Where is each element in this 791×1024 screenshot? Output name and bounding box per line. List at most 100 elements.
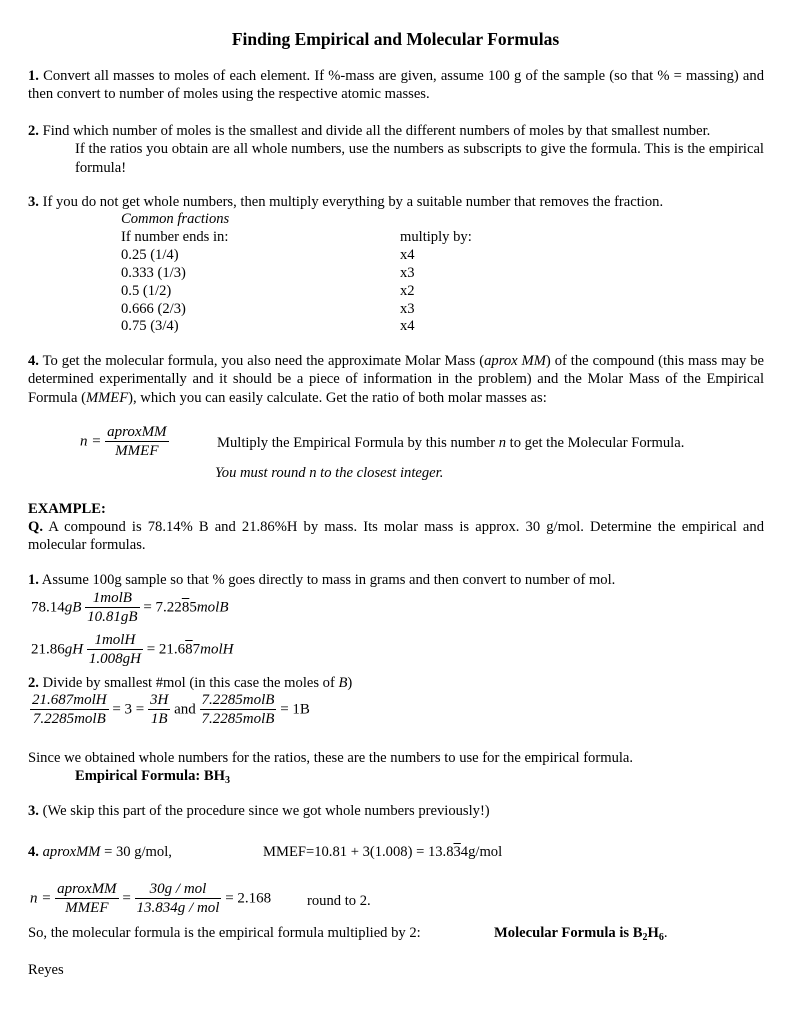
mass-unit: gB: [64, 599, 82, 616]
molecular-formula-result: Molecular Formula is B2H6.: [494, 924, 668, 943]
fraction-row-ends: 0.25 (1/4): [121, 247, 179, 263]
ratio-equals: = 3 =: [112, 701, 145, 718]
note-text: to get the Molecular Formula.: [506, 435, 685, 451]
example-step-1-text: Assume 100g sample so that % goes direct…: [41, 572, 616, 588]
empirical-formula-result: Empirical Formula: BH3: [75, 767, 230, 786]
step-4-text: To get the molecular formula, you also n…: [42, 353, 485, 369]
step-2-line1: Find which number of moles is the smalle…: [42, 123, 711, 139]
mmef-calc: MMEF=10.81 + 3(1.008) = 13.834g/mol: [263, 843, 502, 861]
step-1: 1. Convert all masses to moles of each e…: [28, 67, 764, 104]
step-text: Divide by smallest #mol (in this case th…: [42, 675, 339, 691]
example-step-4: 4. aproxMM = 30 g/mol,: [28, 843, 172, 861]
molecular-label: H: [647, 925, 659, 941]
n-formula-numerator: aproxMM: [105, 424, 169, 442]
step-3-number: 3.: [28, 194, 39, 210]
step-1-number: 1.: [28, 68, 39, 84]
example-step-3-number: 3.: [28, 803, 39, 819]
frac-numerator: aproxMM: [55, 881, 119, 899]
step-2: 2. Find which number of moles is the sma…: [28, 122, 764, 177]
step-2-line2: If the ratios you obtain are all whole n…: [75, 141, 764, 176]
frac-denominator: 1B: [150, 711, 168, 727]
fraction-row-mult: x3: [400, 301, 415, 317]
step-4-number: 4.: [28, 353, 39, 369]
fraction-row-mult: x2: [400, 283, 415, 299]
n-formula: n = aproxMM MMEF: [80, 424, 169, 460]
example-step-3: 3. (We skip this part of the procedure s…: [28, 802, 490, 820]
frac-denominator: 7.2285molB: [201, 711, 275, 727]
period: .: [663, 925, 668, 941]
author: Reyes: [28, 962, 64, 978]
frac-numerator: 3H: [148, 692, 171, 710]
mmef-value: 4g/mol: [460, 844, 503, 860]
fraction-row-ends: 0.75 (3/4): [121, 318, 179, 334]
equals: =: [122, 890, 131, 907]
round-to-text: round to 2.: [307, 893, 371, 909]
frac-denominator: MMEF: [65, 900, 109, 916]
step-4-text: ), which you can easily calculate. Get t…: [128, 389, 547, 406]
fraction-row-ends: 0.666 (2/3): [121, 301, 186, 317]
result-unit: molB: [196, 599, 229, 616]
calc-boron: 78.14gB 1molB 10.81gB = 7.2285molB: [31, 590, 228, 626]
molecular-label: Molecular Formula is B: [494, 925, 643, 941]
fraction-row-mult: x3: [400, 265, 415, 281]
question-text: A compound is 78.14% B and 21.86%H by ma…: [28, 519, 764, 554]
step-2-number: 2.: [28, 123, 39, 139]
example-step-3-text: (We skip this part of the procedure sinc…: [42, 803, 490, 819]
frac-numerator: 1molB: [85, 590, 140, 608]
mass-value: 78.14: [31, 599, 65, 616]
step-text: ): [347, 675, 353, 691]
example-step-1: 1. Assume 100g sample so that % goes dir…: [28, 571, 615, 589]
mass-value: 21.86: [31, 641, 65, 658]
aprox-mm-value: = 30 g/mol,: [100, 844, 172, 860]
fractions-caption: Common fractions: [121, 211, 230, 227]
frac-numerator: 1molH: [86, 632, 143, 650]
step-4: 4. To get the molecular formula, you als…: [28, 352, 764, 407]
frac-denominator: 13.834g / mol: [136, 900, 220, 916]
n-lhs: n =: [30, 890, 52, 907]
note-text: Multiply the Empirical Formula by this n…: [217, 435, 499, 451]
frac-numerator: 21.687molH: [30, 692, 109, 710]
fraction-row-ends: 0.333 (1/3): [121, 265, 186, 281]
result-value: 5: [189, 599, 197, 616]
calc-hydrogen: 21.86gH 1molH 1.008gH = 21.687molH: [31, 632, 234, 668]
fractions-col1-header: If number ends in:: [121, 229, 229, 245]
ratio-calc: 21.687molH 7.2285molB = 3 = 3H 1B and 7.…: [30, 692, 310, 728]
fraction-row-mult: x4: [400, 318, 415, 334]
n-formula-note: Multiply the Empirical Formula by this n…: [217, 434, 684, 452]
example-step-1-number: 1.: [28, 572, 39, 588]
n-result: = 2.168: [225, 890, 272, 907]
round-note: You must round n to the closest integer.: [215, 465, 444, 481]
repeating-digit: 3: [453, 844, 461, 860]
note-n: n: [498, 435, 507, 451]
example-step-2: 2. Divide by smallest #mol (in this case…: [28, 674, 352, 692]
frac-denominator: 10.81gB: [87, 609, 138, 625]
example-step-4-number: 4.: [28, 844, 39, 860]
subscript: 3: [224, 775, 230, 786]
n-calc: n = aproxMM MMEF = 30g / mol 13.834g / m…: [30, 881, 271, 917]
n-formula-lhs: n =: [80, 433, 102, 450]
example-heading: EXAMPLE:: [28, 501, 106, 517]
fraction-row-mult: x4: [400, 247, 415, 263]
ratio-result: = 1B: [280, 701, 310, 718]
since-text: Since we obtained whole numbers for the …: [28, 750, 634, 766]
repeating-digit: 8: [185, 641, 193, 658]
frac-denominator: 7.2285molB: [32, 711, 106, 727]
and-text: and: [174, 701, 196, 718]
so-text: So, the molecular formula is the empiric…: [28, 925, 421, 941]
mass-unit: gH: [64, 641, 84, 658]
step-3-text: If you do not get whole numbers, then mu…: [42, 194, 664, 210]
empirical-label: Empirical Formula: BH: [75, 768, 225, 784]
mmef-value: MMEF=10.81 + 3(1.008) = 13.8: [263, 844, 454, 860]
question-label: Q.: [28, 519, 43, 535]
result-value: = 21.6: [146, 641, 186, 658]
mmef-term: MMEF: [85, 389, 129, 406]
aprox-mm-label: aproxMM: [42, 844, 101, 860]
frac-numerator: 7.2285molB: [199, 692, 277, 710]
aprox-mm-term: aprox MM: [484, 353, 546, 369]
fractions-col2-header: multiply by:: [400, 229, 472, 245]
result-unit: molH: [200, 641, 234, 658]
frac-numerator: 30g / mol: [134, 881, 222, 899]
step-1-text: Convert all masses to moles of each elem…: [28, 68, 764, 103]
result-value: = 7.22: [143, 599, 182, 616]
fraction-row-ends: 0.5 (1/2): [121, 283, 172, 299]
